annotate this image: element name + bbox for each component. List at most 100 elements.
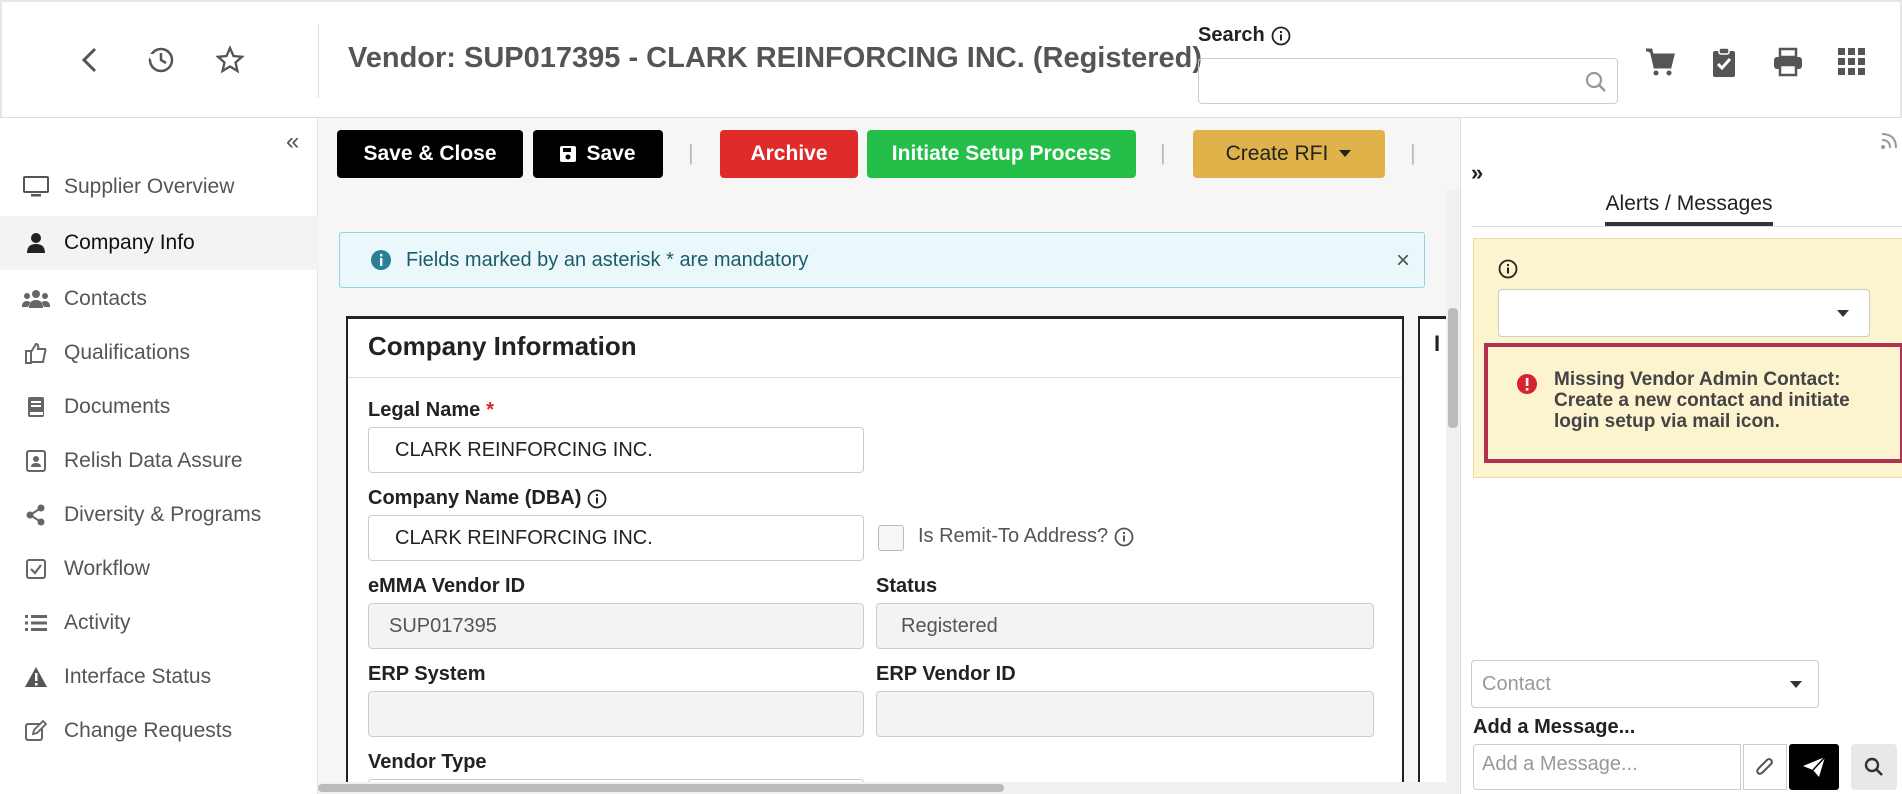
sidebar-item-diversity-programs[interactable]: Diversity & Programs	[0, 488, 318, 542]
thumbs-up-icon	[22, 341, 50, 365]
status-label: Status	[876, 575, 938, 597]
toolbar-divider: |	[1160, 140, 1166, 165]
top-actions	[1644, 46, 1868, 78]
list-icon	[22, 611, 50, 635]
sidebar-item-contacts[interactable]: Contacts	[0, 272, 318, 326]
search-icon[interactable]	[1585, 71, 1607, 93]
toolbar: Save & Close Save | Archive Initiate Set…	[318, 118, 1460, 188]
main-content: Save & Close Save | Archive Initiate Set…	[318, 118, 1460, 794]
add-message-label: Add a Message...	[1473, 716, 1636, 738]
remit-to-label: Is Remit-To Address?	[918, 525, 1134, 548]
mandatory-notice: Fields marked by an asterisk * are manda…	[339, 232, 1425, 288]
tab-alerts-messages[interactable]: Alerts / Messages	[1605, 192, 1773, 226]
contact-placeholder: Contact	[1482, 672, 1551, 695]
sidebar-item-interface-status[interactable]: Interface Status	[0, 650, 318, 704]
emma-id-field: SUP017395	[368, 603, 864, 649]
back-icon[interactable]	[74, 44, 106, 76]
remit-to-checkbox[interactable]	[878, 525, 904, 551]
sidebar-item-qualifications[interactable]: Qualifications	[0, 326, 318, 380]
info-icon	[587, 489, 607, 508]
horizontal-scrollbar[interactable]	[318, 782, 1446, 794]
checkbox-icon	[22, 557, 50, 581]
attach-button[interactable]	[1743, 744, 1787, 790]
vendor-type-label: Vendor Type	[368, 751, 487, 773]
emma-id-label: eMMA Vendor ID	[368, 575, 526, 597]
error-icon	[1517, 374, 1537, 394]
erp-vendor-id-field	[876, 691, 1374, 737]
sidebar-item-activity[interactable]: Activity	[0, 596, 318, 650]
book-icon	[22, 395, 50, 419]
search-icon	[1864, 757, 1883, 776]
sidebar-item-company-info[interactable]: Company Info	[0, 216, 318, 270]
sidebar-item-label: Interface Status	[64, 665, 212, 688]
initiate-setup-button[interactable]: Initiate Setup Process	[867, 130, 1136, 178]
notice-text: Fields marked by an asterisk * are manda…	[406, 248, 809, 271]
apps-grid-icon[interactable]	[1836, 46, 1868, 78]
sidebar-item-supplier-overview[interactable]: Supplier Overview	[0, 160, 318, 214]
legal-name-label: Legal Name *	[368, 399, 494, 422]
sidebar-item-relish-data-assure[interactable]: Relish Data Assure	[0, 434, 318, 488]
rss-icon[interactable]	[1880, 132, 1898, 150]
send-button[interactable]	[1789, 744, 1839, 790]
search-label-text: Search	[1198, 24, 1265, 46]
sidebar-item-label: Activity	[64, 611, 131, 634]
save-close-button[interactable]: Save & Close	[337, 130, 523, 178]
toolbar-divider: |	[1410, 140, 1416, 165]
alert-type-select[interactable]	[1498, 289, 1870, 337]
dba-label: Company Name (DBA)	[368, 487, 607, 510]
sidebar-item-label: Contacts	[64, 287, 147, 310]
sidebar-item-label: Diversity & Programs	[64, 503, 262, 526]
sidebar-item-label: Qualifications	[64, 341, 191, 364]
chevron-down-icon	[1837, 310, 1849, 317]
status-field: Registered	[876, 603, 1374, 649]
scroll-thumb[interactable]	[318, 784, 1004, 792]
message-input[interactable]: Add a Message...	[1473, 744, 1741, 790]
history-icon[interactable]	[144, 44, 176, 76]
sidebar-item-label: Workflow	[64, 557, 150, 580]
save-label: Save	[586, 142, 636, 165]
create-rfi-button[interactable]: Create RFI	[1193, 130, 1385, 178]
sidebar: « Supplier Overview Company Info Contact…	[0, 118, 318, 794]
contact-select[interactable]: Contact	[1471, 660, 1819, 708]
search-messages-button[interactable]	[1851, 744, 1897, 790]
company-information-card: Company Information Legal Name * CLARK RE…	[346, 316, 1404, 794]
clipboard-check-icon[interactable]	[1708, 46, 1740, 78]
collapse-sidebar-icon[interactable]: «	[286, 128, 299, 156]
legal-name-input[interactable]: CLARK REINFORCING INC.	[368, 427, 864, 473]
required-marker: *	[486, 399, 495, 421]
user-icon	[22, 231, 50, 255]
legal-name-label-text: Legal Name	[368, 399, 481, 421]
cart-icon[interactable]	[1644, 46, 1676, 78]
vertical-scrollbar[interactable]	[1446, 190, 1460, 794]
create-rfi-label: Create RFI	[1225, 142, 1329, 165]
dba-label-text: Company Name (DBA)	[368, 487, 582, 509]
chevron-down-icon	[1790, 681, 1802, 688]
id-card-icon	[22, 449, 50, 473]
archive-button[interactable]: Archive	[720, 130, 858, 178]
sidebar-item-workflow[interactable]: Workflow	[0, 542, 318, 596]
erp-system-label: ERP System	[368, 663, 486, 685]
info-circle-icon	[370, 249, 392, 271]
search-input[interactable]	[1198, 58, 1618, 104]
star-icon[interactable]	[214, 44, 246, 76]
section-title: Company Information	[368, 331, 637, 361]
sidebar-item-change-requests[interactable]: Change Requests	[0, 704, 318, 758]
warning-icon	[22, 665, 50, 689]
erp-vendor-id-label: ERP Vendor ID	[876, 663, 1016, 685]
top-header: Vendor: SUP017395 - CLARK REINFORCING IN…	[0, 0, 1902, 118]
sidebar-item-documents[interactable]: Documents	[0, 380, 318, 434]
save-button[interactable]: Save	[533, 130, 663, 178]
edit-icon	[22, 719, 50, 743]
tab-underline	[1471, 226, 1902, 227]
sidebar-item-label: Relish Data Assure	[64, 449, 243, 472]
header-divider	[318, 24, 319, 98]
sidebar-item-label: Change Requests	[64, 719, 233, 742]
dba-input[interactable]: CLARK REINFORCING INC.	[368, 515, 864, 561]
expand-panel-icon[interactable]: »	[1471, 160, 1483, 186]
scroll-thumb[interactable]	[1448, 308, 1458, 428]
close-icon[interactable]: ×	[1396, 247, 1410, 275]
info-icon	[1498, 259, 1518, 279]
info-icon	[1271, 26, 1291, 45]
printer-icon[interactable]	[1772, 46, 1804, 78]
card-title-fragment: I	[1434, 331, 1441, 356]
